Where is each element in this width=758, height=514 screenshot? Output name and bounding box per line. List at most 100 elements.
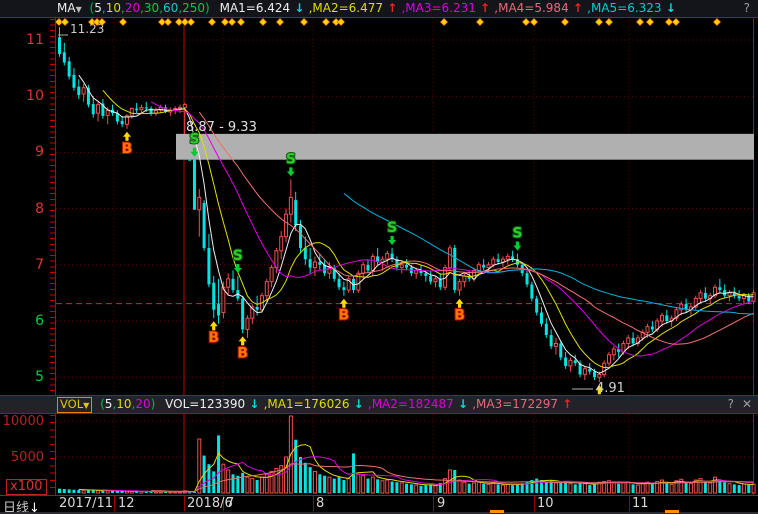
event-diamond-icon[interactable] xyxy=(672,18,679,25)
candle-body-up xyxy=(434,279,437,282)
event-diamond-icon[interactable] xyxy=(228,18,235,25)
vol-params: (5,10,20) xyxy=(100,397,155,411)
event-diamond-icon[interactable] xyxy=(646,18,653,25)
param-token: 20 xyxy=(125,1,140,15)
volume-bar-up xyxy=(689,484,692,493)
ma-indicator-dropdown[interactable]: MA▼ xyxy=(57,1,86,15)
event-diamond-icon[interactable] xyxy=(605,18,612,25)
buy-marker: B xyxy=(122,141,133,157)
volume-bar-up xyxy=(627,482,630,493)
event-diamond-icon[interactable] xyxy=(259,18,266,25)
indicator-value: ,MA3=172297 xyxy=(472,397,558,411)
candle-body-up xyxy=(227,279,230,287)
volume-bar-up xyxy=(222,464,225,493)
volume-bar-down xyxy=(101,491,104,493)
candle-body-down xyxy=(342,287,345,290)
event-diamond-icon[interactable] xyxy=(237,18,244,25)
price-tick-label: 6 xyxy=(0,314,44,328)
trend-arrow-icon: ↑ xyxy=(558,397,572,411)
help-icon[interactable]: ? xyxy=(744,0,750,17)
event-diamond-icon[interactable] xyxy=(187,18,194,25)
candle-body-down xyxy=(193,160,196,210)
candle-body-down xyxy=(241,299,244,330)
bottom-event-mark xyxy=(665,510,679,513)
volume-chart[interactable] xyxy=(56,414,754,494)
event-diamond-icon[interactable] xyxy=(164,18,171,25)
volume-bar-down xyxy=(574,484,577,493)
close-icon[interactable]: ✕ xyxy=(742,396,752,413)
vol-indicator-dropdown[interactable]: VOL▼ xyxy=(57,397,92,413)
buy-arrow-icon xyxy=(210,321,218,330)
vol-values: VOL=123390 ↓ ,MA1=176026 ↓ ,MA2=182487 ↓… xyxy=(165,397,572,411)
candle-body-up xyxy=(285,214,288,236)
ma-values: MA1=6.424 ↓ ,MA2=6.477 ↑ ,MA3=6.231 ↑ ,M… xyxy=(220,1,676,15)
price-tick-label: 7 xyxy=(0,258,44,272)
candle-body-down xyxy=(232,279,235,290)
time-axis-label: 11 xyxy=(632,497,649,511)
volume-bar-up xyxy=(400,483,403,493)
event-diamond-icon[interactable] xyxy=(440,18,447,25)
candle-body-down xyxy=(429,276,432,282)
trend-arrow-icon: ↑ xyxy=(476,1,494,15)
help-icon[interactable]: ? xyxy=(728,396,734,413)
candle-body-up xyxy=(477,265,480,271)
event-diamond-icon[interactable] xyxy=(595,18,602,25)
volume-bar-up xyxy=(371,477,374,493)
volume-axis-ticks xyxy=(50,415,55,494)
event-diamond-icon[interactable] xyxy=(322,18,329,25)
candle-body-down xyxy=(439,279,442,287)
event-diamond-icon[interactable] xyxy=(61,18,68,25)
candlestick-chart[interactable]: BSBSBSBSBSB11.238.87 - 9.334.91 xyxy=(56,18,754,395)
volume-bar-down xyxy=(420,486,423,493)
candle-body-up xyxy=(198,197,201,209)
event-diamond-icon[interactable] xyxy=(476,18,483,25)
trend-arrow-icon: ↓ xyxy=(349,397,367,411)
volume-tick-label: 5000 xyxy=(0,451,44,464)
candle-body-down xyxy=(217,304,220,315)
volume-bar-up xyxy=(97,490,100,493)
volume-bar-down xyxy=(309,467,312,493)
ma-header-bar: MA▼ (5,10,20,30,60,250) MA1=6.424 ↓ ,MA2… xyxy=(0,0,758,17)
event-diamond-icon[interactable] xyxy=(221,18,228,25)
sell-arrow-icon xyxy=(388,236,396,245)
volume-bar-up xyxy=(198,439,201,493)
candle-body-up xyxy=(270,268,273,282)
volume-bar-down xyxy=(424,485,427,493)
time-axis-separator xyxy=(629,496,630,511)
time-axis-separator xyxy=(184,496,185,511)
volume-bar-down xyxy=(304,463,307,493)
candle-body-up xyxy=(386,254,389,260)
volume-bar-down xyxy=(579,483,582,493)
candle-body-up xyxy=(289,197,292,214)
candle-body-down xyxy=(632,338,635,344)
volume-bar-up xyxy=(622,483,625,493)
volume-bar-down xyxy=(116,491,119,493)
event-diamond-icon[interactable] xyxy=(119,18,126,25)
candle-body-down xyxy=(256,307,259,310)
candle-body-down xyxy=(92,104,95,114)
event-diamond-icon[interactable] xyxy=(276,18,283,25)
volume-bar-up xyxy=(473,483,476,493)
event-diamond-icon[interactable] xyxy=(530,18,537,25)
candle-body-up xyxy=(583,369,586,375)
event-diamond-icon[interactable] xyxy=(636,18,643,25)
event-diamond-icon[interactable] xyxy=(713,18,720,25)
volume-bar-down xyxy=(77,490,80,493)
event-diamond-icon[interactable] xyxy=(208,18,215,25)
volume-bar-up xyxy=(106,491,109,493)
event-diamond-icon[interactable] xyxy=(337,18,344,25)
event-diamond-icon[interactable] xyxy=(300,18,307,25)
volume-bar-down xyxy=(256,480,259,493)
volume-bar-up xyxy=(742,484,745,493)
volume-bar-up xyxy=(458,480,461,493)
event-diamond-icon[interactable] xyxy=(561,18,568,25)
candle-body-up xyxy=(463,276,466,282)
price-tick-label: 9 xyxy=(0,145,44,159)
volume-bar-down xyxy=(366,479,369,493)
volume-bar-down xyxy=(723,482,726,493)
event-diamond-icon[interactable] xyxy=(665,18,672,25)
volume-bar-down xyxy=(511,485,514,493)
event-diamond-icon[interactable] xyxy=(522,18,529,25)
candle-body-down xyxy=(294,200,297,225)
grid-layer xyxy=(56,18,754,395)
